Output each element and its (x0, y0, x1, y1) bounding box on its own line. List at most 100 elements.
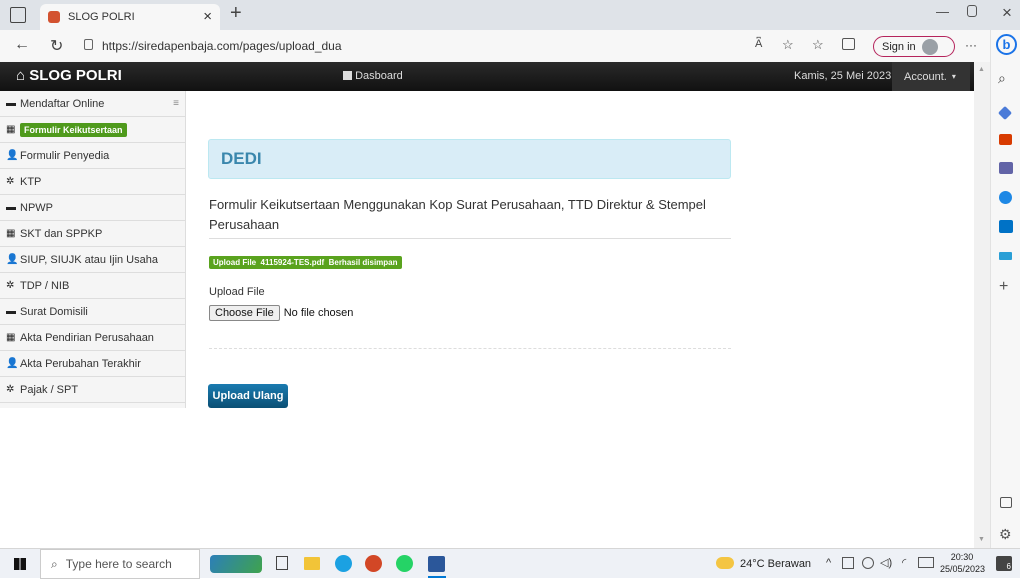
edge-sidebar: b ⌕ + ⚙ (990, 30, 1020, 548)
taskbar-search-input: Type here to search (65, 557, 172, 571)
sidebar-item-label: Pajak / SPT (20, 383, 79, 396)
weather-icon[interactable] (716, 557, 734, 569)
favorite-add-icon[interactable]: ☆ (782, 37, 794, 53)
weather-label[interactable]: 24°C Berawan (740, 558, 811, 570)
search-icon: ⌕ (51, 556, 58, 571)
notification-count: 6 (1006, 562, 1011, 571)
sidebar-item-label: TDP / NIB (20, 279, 70, 292)
office-icon[interactable] (999, 191, 1012, 204)
bing-chat-icon[interactable]: b (996, 34, 1017, 55)
wifi-icon[interactable]: ◜ (902, 556, 906, 569)
tab-close-icon[interactable]: × (203, 8, 212, 25)
split-screen-icon[interactable] (1000, 497, 1012, 508)
sidebar-item-siup[interactable]: 👤 SIUP, SIUJK atau Ijin Usaha (0, 247, 185, 273)
sidebar-item-akta-pendirian[interactable]: ▦ Akta Pendirian Perusahaan (0, 325, 185, 351)
edge-icon[interactable] (335, 555, 352, 572)
games-icon[interactable] (999, 162, 1013, 174)
menu-toggle-icon[interactable]: ≡ (173, 98, 179, 109)
home-icon: ⌂ (16, 67, 26, 84)
sidebar-item-mendaftar-online[interactable]: ▬ Mendaftar Online ≡ (0, 91, 185, 117)
th-icon: ▦ (6, 124, 16, 135)
sidebar-item-npwp[interactable]: ▬ NPWP (0, 195, 185, 221)
profile-avatar-icon (921, 38, 938, 55)
tools-icon[interactable] (999, 134, 1012, 145)
notification-icon[interactable]: 6 (996, 556, 1012, 571)
more-icon[interactable]: ··· (965, 38, 977, 52)
url-field[interactable]: https://siredapenbaja.com/pages/upload_d… (102, 39, 342, 53)
file-input[interactable]: Choose File No file chosen (209, 305, 353, 321)
minimize-icon[interactable]: — (936, 4, 949, 19)
favorites-icon[interactable]: ☆ (812, 37, 824, 53)
battery-icon[interactable] (862, 557, 874, 569)
gear-icon: ✲ (6, 384, 15, 395)
outlook-icon[interactable] (999, 220, 1013, 233)
shopping-icon[interactable] (997, 105, 1013, 121)
whatsapp-icon[interactable] (396, 555, 413, 572)
keyboard-icon[interactable] (918, 557, 934, 568)
file-explorer-icon[interactable] (304, 557, 320, 570)
read-aloud-icon[interactable]: A͆ (755, 38, 762, 50)
page-title: DEDI (221, 149, 262, 168)
sidebar-item-surat-domisili[interactable]: ▬ Surat Domisili (0, 299, 185, 325)
network-icon[interactable] (842, 557, 854, 569)
dashboard-link[interactable]: Dasboard (343, 70, 403, 82)
sign-in-label: Sign in (882, 40, 916, 53)
sidebar-item-akta-perubahan[interactable]: 👤 Akta Perubahan Terakhir (0, 351, 185, 377)
volume-icon[interactable]: ◁) (880, 556, 892, 569)
powerpoint-icon[interactable] (365, 555, 382, 572)
upload-ulang-button[interactable]: Upload Ulang (208, 384, 288, 408)
site-favicon-icon (48, 11, 60, 23)
gear-icon: ✲ (6, 176, 15, 187)
sidebar-item-skt-sppkp[interactable]: ▦ SKT dan SPPKP (0, 221, 185, 247)
sidebar-item-label: SKT dan SPPKP (20, 227, 103, 240)
th-icon: ▦ (6, 332, 16, 343)
no-file-label: No file chosen (283, 307, 354, 319)
browser-tab[interactable]: SLOG POLRI × (40, 4, 220, 30)
search-icon[interactable]: ⌕ (998, 70, 1006, 87)
sidebar-item-ktp[interactable]: ✲ KTP (0, 169, 185, 195)
clock-time: 20:30 (950, 552, 974, 562)
collections-icon[interactable] (842, 38, 855, 50)
window-close-icon[interactable]: × (1002, 3, 1012, 23)
sidebar-item-formulir-penyedia[interactable]: 👤 Formulir Penyedia (0, 143, 185, 169)
scroll-up-icon[interactable]: ▲ (978, 66, 985, 73)
settings-icon[interactable]: ⚙ (999, 526, 1012, 543)
windows-start-icon[interactable] (14, 558, 26, 570)
user-icon: 👤 (6, 358, 19, 369)
add-sidebar-icon[interactable]: + (999, 278, 1008, 296)
user-icon: 👤 (6, 254, 19, 265)
sidebar-item-label: Akta Pendirian Perusahaan (20, 331, 154, 344)
account-label: Account. (904, 70, 947, 83)
sign-in-button[interactable]: Sign in (873, 36, 955, 57)
scroll-down-icon[interactable]: ▼ (978, 536, 985, 543)
task-view-icon[interactable] (276, 556, 288, 570)
folder-icon: ▬ (6, 306, 16, 317)
taskbar-search-box[interactable]: ⌕ Type here to search (40, 549, 200, 579)
refresh-icon[interactable]: ↻ (50, 36, 63, 56)
news-widget-icon[interactable] (210, 555, 262, 573)
drop-icon[interactable] (999, 252, 1012, 260)
form-title: Formulir Keikutsertaan Menggunakan Kop S… (209, 197, 706, 232)
upload-success-badge: Upload File 4115924-TES.pdf Berhasil dis… (209, 256, 402, 269)
word-icon[interactable] (428, 556, 445, 572)
choose-file-button[interactable]: Choose File (209, 305, 280, 321)
divider (209, 238, 731, 239)
tab-actions-icon[interactable] (10, 7, 26, 23)
sidebar-item-tdp-nib[interactable]: ✲ TDP / NIB (0, 273, 185, 299)
sidebar-item-label: Formulir Penyedia (20, 149, 110, 162)
tray-expand-icon[interactable]: ^ (826, 557, 831, 569)
page-scrollbar[interactable]: ▲ ▼ (974, 62, 990, 548)
name-header-panel: DEDI (208, 139, 731, 179)
restore-icon[interactable] (967, 5, 977, 17)
new-tab-icon[interactable]: + (230, 2, 242, 25)
sidebar-item-formulir-keikutsertaan[interactable]: ▦ Formulir Keikutsertaan (0, 117, 185, 143)
back-icon[interactable]: ← (14, 36, 30, 54)
brand-link[interactable]: ⌂ SLOG POLRI (16, 67, 122, 84)
upload-file-label: Upload File (209, 286, 265, 298)
lock-icon[interactable] (84, 39, 93, 50)
account-dropdown[interactable]: Account. ▾ (892, 62, 970, 91)
sidebar-item-pajak-spt[interactable]: ✲ Pajak / SPT (0, 377, 185, 403)
current-date: Kamis, 25 Mei 2023 (794, 70, 892, 82)
user-icon: 👤 (6, 150, 19, 161)
clock[interactable]: 20:30 25/05/2023 (940, 551, 985, 575)
